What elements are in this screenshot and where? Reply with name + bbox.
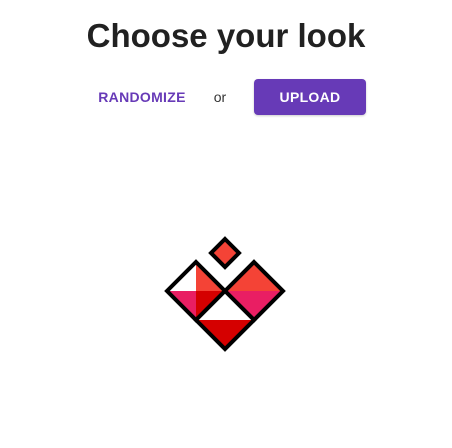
page-title: Choose your look xyxy=(86,17,366,54)
or-separator: or xyxy=(213,89,227,105)
identicon-avatar xyxy=(164,236,286,352)
avatar-top-diamond xyxy=(208,236,242,270)
randomize-button[interactable]: RANDOMIZE xyxy=(94,79,190,115)
upload-button[interactable]: UPLOAD xyxy=(254,79,366,115)
